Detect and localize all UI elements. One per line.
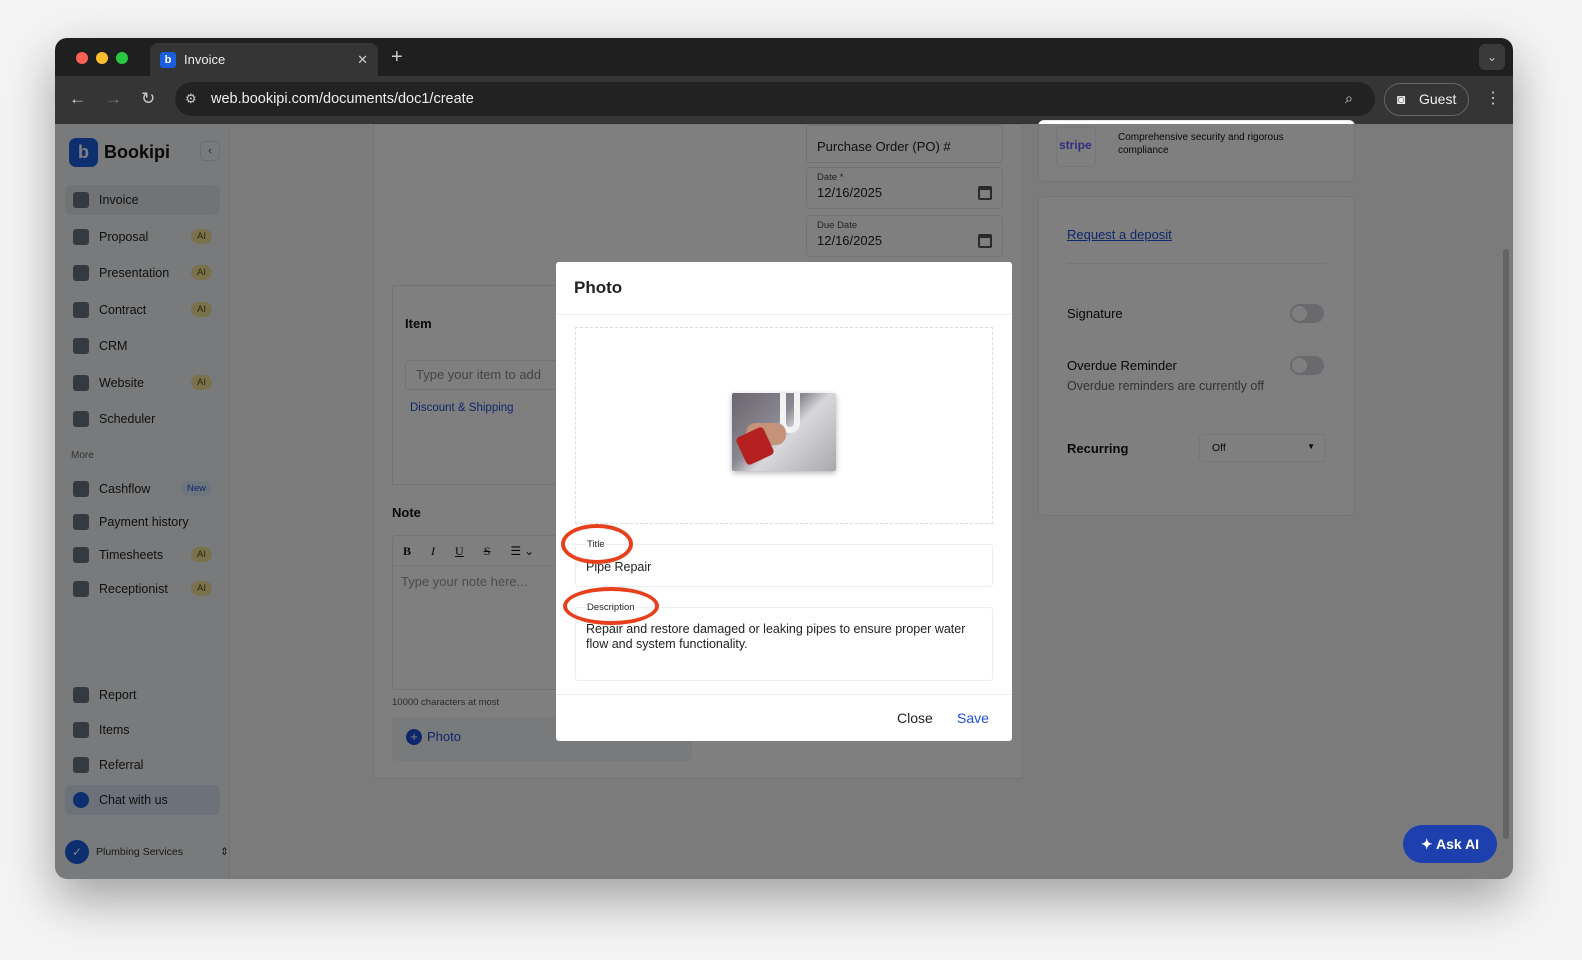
- tab-invoice[interactable]: b Invoice ✕: [150, 43, 378, 76]
- new-tab-icon[interactable]: +: [391, 46, 403, 69]
- photo-modal: Photo Title Pipe Repair Description Repa…: [556, 262, 1012, 741]
- profile-label: Guest: [1419, 91, 1457, 107]
- sparkle-icon: ✦: [1420, 836, 1437, 852]
- address-bar[interactable]: ⚙ web.bookipi.com/documents/doc1/create …: [175, 82, 1375, 116]
- ask-ai-label: Ask AI: [1436, 836, 1480, 852]
- site-settings-icon[interactable]: ⚙: [185, 82, 197, 116]
- browser-window: b Invoice ✕ + ⌄ ← → ↻ ⚙ web.bookipi.com/…: [55, 38, 1513, 879]
- browser-menu-icon[interactable]: ⋮: [1485, 88, 1501, 108]
- annotation-circle: [563, 587, 659, 625]
- back-icon[interactable]: ←: [69, 89, 86, 109]
- description-value: Repair and restore damaged or leaking pi…: [586, 622, 966, 651]
- save-button[interactable]: Save: [957, 710, 989, 726]
- close-button[interactable]: Close: [897, 710, 933, 726]
- ask-ai-button[interactable]: ✦ Ask AI: [1403, 825, 1497, 863]
- title-field[interactable]: Title Pipe Repair: [575, 539, 993, 587]
- pipe-repair-photo: [732, 393, 836, 471]
- profile-icon: ◙: [1397, 91, 1406, 107]
- reload-icon[interactable]: ↻: [141, 89, 155, 109]
- forward-icon[interactable]: →: [105, 89, 122, 109]
- tab-search-chevron-icon[interactable]: ⌄: [1479, 44, 1505, 70]
- bookipi-favicon-icon: b: [160, 51, 176, 68]
- minimize-window-icon[interactable]: [96, 52, 108, 64]
- modal-title: Photo: [574, 278, 623, 297]
- divider: [556, 314, 1012, 315]
- tab-title: Invoice: [184, 52, 226, 67]
- close-window-icon[interactable]: [76, 52, 88, 64]
- url-text: web.bookipi.com/documents/doc1/create: [211, 91, 474, 107]
- close-tab-icon[interactable]: ✕: [357, 52, 368, 68]
- zoom-icon[interactable]: ⌕: [1345, 82, 1353, 116]
- browser-toolbar: ← → ↻ ⚙ web.bookipi.com/documents/doc1/c…: [55, 76, 1513, 124]
- maximize-window-icon[interactable]: [116, 52, 128, 64]
- annotation-circle: [561, 524, 633, 564]
- photo-dropzone[interactable]: [575, 327, 993, 524]
- divider: [556, 694, 1012, 695]
- tab-bar: b Invoice ✕ + ⌄: [55, 38, 1513, 76]
- app-content: bBookipi ‹ Invoice ProposalAI Presentati…: [55, 120, 1513, 879]
- profile-button[interactable]: ◙ Guest: [1384, 83, 1469, 116]
